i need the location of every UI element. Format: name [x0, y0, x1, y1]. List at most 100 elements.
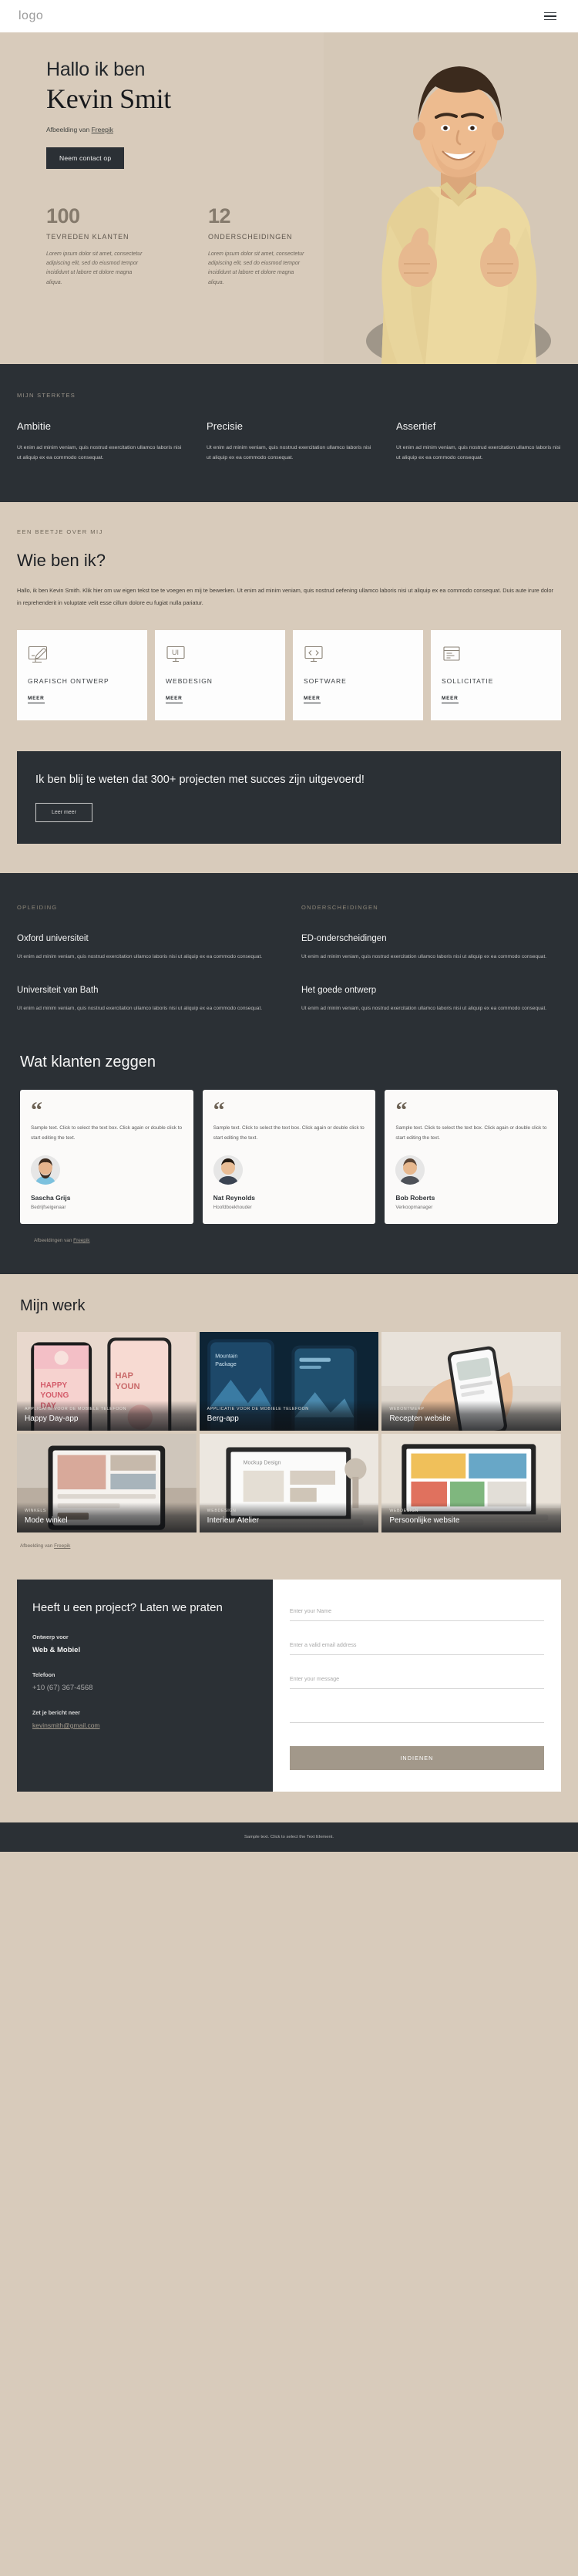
learn-more-button[interactable]: Leer meer	[35, 802, 92, 822]
testimonials-grid: “ Sample text. Click to select the text …	[0, 1090, 578, 1225]
testimonial-name: Nat Reynolds	[213, 1194, 255, 1202]
work-card[interactable]: WEBONTWERP Recepten website	[381, 1332, 561, 1431]
testimonial-name: Bob Roberts	[395, 1194, 435, 1202]
svg-text:Package: Package	[215, 1361, 237, 1367]
stats-row: 100 TEVREDEN KLANTEN Lorem ipsum dolor s…	[0, 169, 578, 288]
svg-text:HAP: HAP	[115, 1371, 133, 1381]
service-more-link[interactable]: MEER	[166, 696, 183, 704]
service-title: SOFTWARE	[304, 677, 347, 686]
svg-text:HAPPY: HAPPY	[40, 1381, 67, 1390]
testimonials-image-credit: Afbeeldingen van Freepik	[0, 1238, 578, 1243]
work-title: Mijn werk	[20, 1297, 86, 1315]
work-category: WINKELS	[25, 1509, 47, 1514]
strength-text: Ut enim ad minim veniam, quis nostrud ex…	[207, 445, 371, 461]
strength-item: Ambitie Ut enim ad minim veniam, quis no…	[17, 420, 182, 464]
contact-label-email: Zet je bericht neer	[32, 1709, 80, 1717]
testimonials-credit-link[interactable]: Freepik	[73, 1238, 89, 1243]
awards-eyebrow: ONDERSCHEIDINGEN	[301, 903, 378, 911]
hero-section: Hallo ik ben Kevin Smit Afbeelding van F…	[0, 32, 578, 364]
avatar	[31, 1155, 60, 1185]
stat-number: 12	[208, 204, 231, 228]
work-image-credit: Afbeelding van Freepik	[0, 1543, 578, 1549]
strength-text: Ut enim ad minim veniam, quis nostrud ex…	[17, 445, 182, 461]
about-section: EEN BEETJE OVER MIJ Wie ben ik? Hallo, i…	[0, 501, 578, 752]
name-input[interactable]	[289, 1607, 544, 1622]
about-paragraph: Hallo, ik ben Kevin Smith. Klik hier om …	[17, 586, 553, 607]
work-item-title: Recepten website	[389, 1414, 451, 1424]
testimonial-card: “ Sample text. Click to select the text …	[385, 1090, 559, 1225]
about-title: Wie ben ik?	[17, 550, 106, 570]
education-item-title: Oxford universiteit	[17, 933, 89, 943]
contact-cta-button[interactable]: Neem contact op	[46, 147, 125, 169]
work-category: WEBDESIGN	[207, 1509, 237, 1514]
hero-credit-link[interactable]: Freepik	[92, 126, 113, 133]
svg-text:Mountain: Mountain	[215, 1354, 237, 1360]
education-column: OPLEIDING Oxford universiteit Ut enim ad…	[17, 904, 277, 1014]
work-card[interactable]: WEBDESIGN Persoonlijke website	[381, 1434, 561, 1533]
cta-title: Ik ben blij te weten dat 300+ projecten …	[35, 774, 365, 787]
work-item-title: Berg-app	[207, 1414, 239, 1424]
contact-value-service: Web & Mobiel	[32, 1646, 81, 1655]
testimonial-text: Sample text. Click to select the text bo…	[213, 1125, 365, 1141]
testimonial-text: Sample text. Click to select the text bo…	[395, 1125, 547, 1141]
strength-item: Assertief Ut enim ad minim veniam, quis …	[396, 420, 561, 464]
strength-title: Precisie	[207, 420, 244, 432]
service-card-graphic-design[interactable]: GRAFISCH ONTWERP MEER	[17, 630, 147, 721]
contact-label-phone: Telefoon	[32, 1671, 55, 1679]
testimonial-name: Sascha Grijs	[31, 1194, 71, 1202]
svg-text:YOUNG: YOUNG	[40, 1392, 69, 1401]
testimonial-role: Bedrijfseigenaar	[31, 1205, 66, 1211]
service-card-sollicitatie[interactable]: SOLLICITATIE MEER	[431, 630, 561, 721]
strengths-grid: Ambitie Ut enim ad minim veniam, quis no…	[0, 420, 578, 464]
hamburger-menu-icon[interactable]	[541, 9, 560, 24]
stat-description: Lorem ipsum dolor sit amet, consectetur …	[46, 251, 143, 285]
testimonial-text: Sample text. Click to select the text bo…	[31, 1125, 183, 1141]
work-section: Mijn werk HAPPY YOUNG DAY HA	[0, 1274, 578, 1560]
logo[interactable]: logo	[18, 9, 43, 23]
work-category: APPLICATIE VOOR DE MOBIELE TELEFOON	[25, 1407, 127, 1412]
work-item-title: Persoonlijke website	[389, 1516, 460, 1526]
cta-banner: Ik ben blij te weten dat 300+ projecten …	[17, 751, 561, 844]
work-credit-link[interactable]: Freepik	[54, 1543, 70, 1549]
award-item-title: ED-onderscheidingen	[301, 933, 387, 943]
contact-form: INDIENEN	[272, 1580, 561, 1792]
service-title: GRAFISCH ONTWERP	[28, 677, 109, 686]
svg-text:Mockup Design: Mockup Design	[243, 1460, 281, 1466]
service-card-webdesign[interactable]: UI WEBDESIGN MEER	[155, 630, 285, 721]
education-item-title: Universiteit van Bath	[17, 985, 99, 995]
work-grid: HAPPY YOUNG DAY HAP YOUN APPLICATIE VOOR…	[0, 1332, 578, 1533]
service-more-link[interactable]: MEER	[304, 696, 321, 704]
hero-text-block: Hallo ik ben Kevin Smit Afbeelding van F…	[0, 59, 578, 169]
email-input[interactable]	[289, 1641, 544, 1656]
page-root: logo Hallo ik ben Kevin Smit Afbeelding …	[0, 0, 578, 1853]
education-item-text: Ut enim ad minim veniam, quis nostrud ex…	[17, 1005, 263, 1011]
code-monitor-icon	[304, 646, 412, 666]
quote-icon: “	[395, 1097, 408, 1124]
contact-section: Heeft u een project? Laten we praten Ont…	[0, 1559, 578, 1823]
stat-label: ONDERSCHEIDINGEN	[208, 232, 293, 241]
contact-email-link[interactable]: kevinsmith@gmail.com	[32, 1721, 100, 1729]
work-card[interactable]: HAPPY YOUNG DAY HAP YOUN APPLICATIE VOOR…	[17, 1332, 197, 1431]
work-item-title: Mode winkel	[25, 1516, 68, 1526]
service-card-software[interactable]: SOFTWARE MEER	[293, 630, 423, 721]
service-more-link[interactable]: MEER	[442, 696, 459, 704]
submit-button[interactable]: INDIENEN	[289, 1746, 544, 1771]
graphic-design-icon	[28, 646, 136, 666]
strength-title: Assertief	[396, 420, 436, 432]
hero-greeting: Hallo ik ben	[46, 59, 146, 80]
work-credit-prefix: Afbeelding van	[20, 1543, 55, 1549]
extra-input[interactable]	[289, 1709, 544, 1724]
work-card[interactable]: Mountain Package APPLICATIE VOOR DE MOBI…	[199, 1332, 379, 1431]
site-footer: Sample text. Click to select the Text El…	[0, 1822, 578, 1853]
quote-icon: “	[213, 1097, 225, 1124]
work-card[interactable]: Mockup Design WEBDESIGN Interieur Atelie…	[199, 1434, 379, 1533]
education-section: OPLEIDING Oxford universiteit Ut enim ad…	[0, 872, 578, 1047]
award-item: ED-onderscheidingen Ut enim ad minim ven…	[301, 934, 561, 963]
service-more-link[interactable]: MEER	[28, 696, 45, 704]
work-card[interactable]: WINKELS Mode winkel	[17, 1434, 197, 1533]
testimonial-role: Verkoopmanager	[395, 1205, 433, 1211]
testimonials-section: Wat klanten zeggen “ Sample text. Click …	[0, 1046, 578, 1275]
testimonial-card: “ Sample text. Click to select the text …	[20, 1090, 193, 1225]
message-input[interactable]	[289, 1675, 544, 1690]
testimonial-card: “ Sample text. Click to select the text …	[202, 1090, 376, 1225]
